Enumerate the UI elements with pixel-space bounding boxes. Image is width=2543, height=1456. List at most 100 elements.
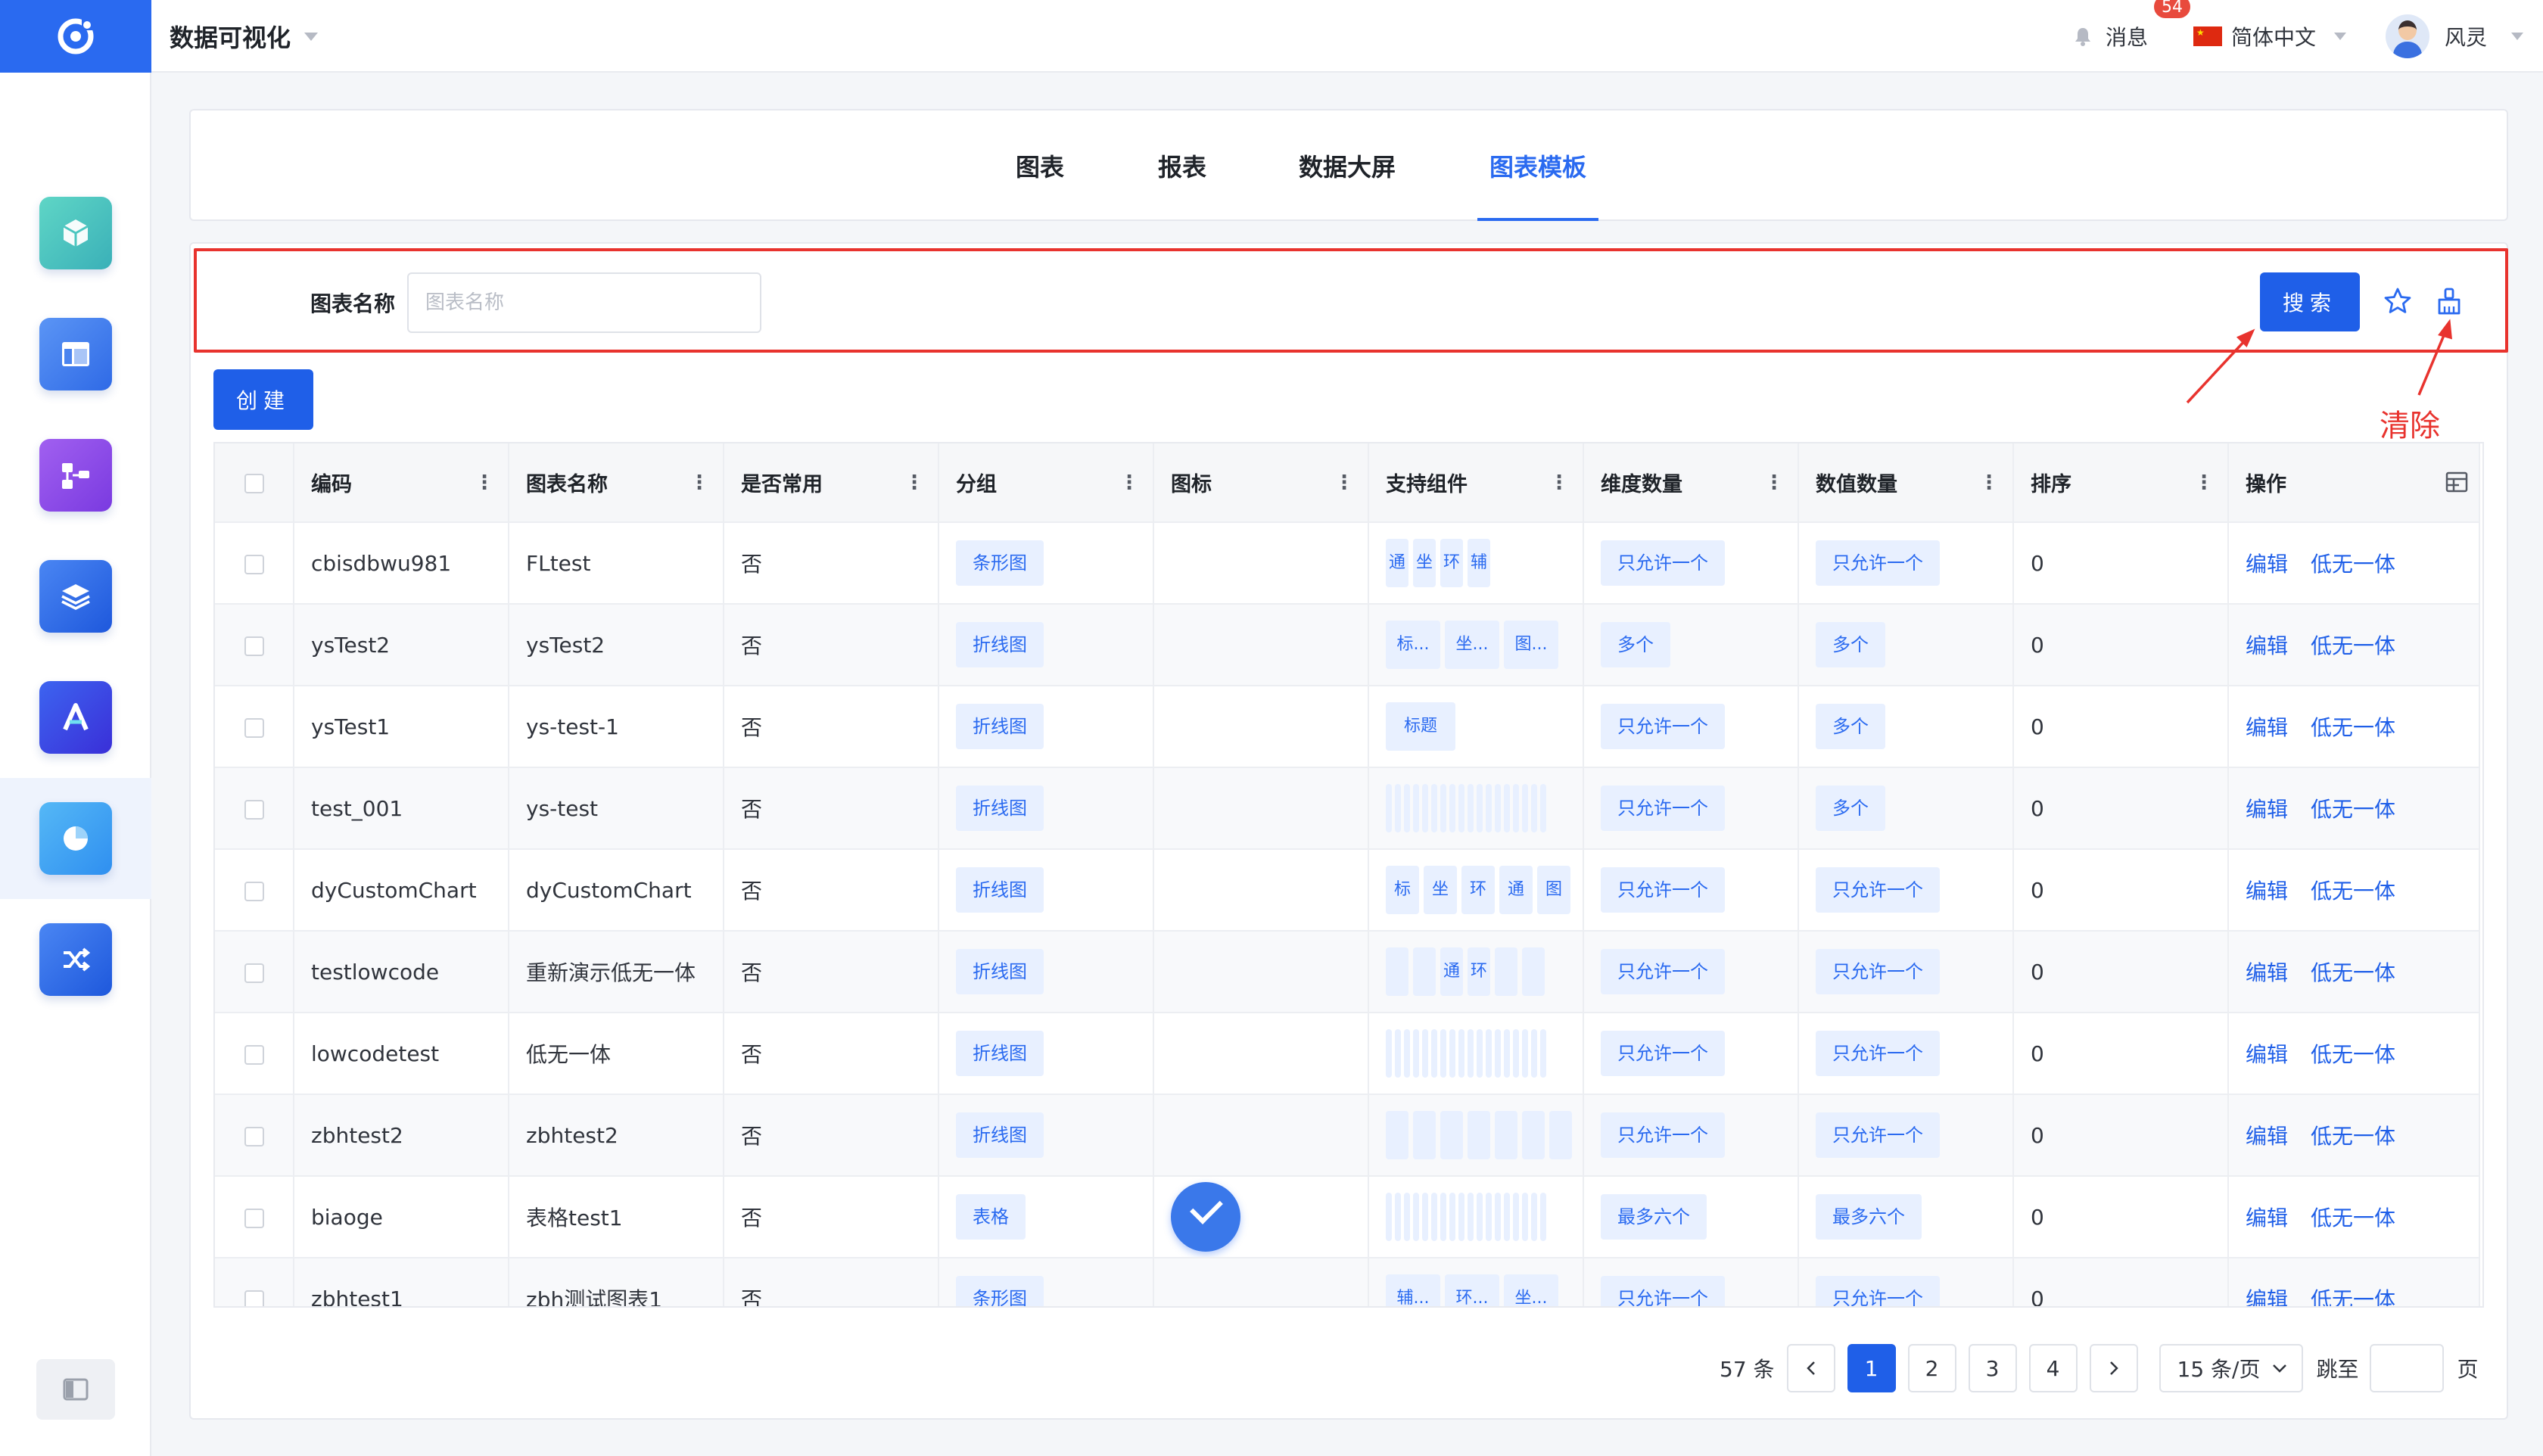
component-tag	[1386, 947, 1408, 996]
dimension-count-tag: 只允许一个	[1601, 1276, 1725, 1308]
column-header[interactable]: 是否常用⋮	[724, 443, 938, 522]
edit-link[interactable]: 编辑	[2246, 797, 2288, 822]
row-checkbox[interactable]	[244, 1045, 264, 1065]
row-checkbox[interactable]	[244, 963, 264, 983]
low-code-link[interactable]: 低无一体	[2311, 960, 2395, 985]
sidebar-item-4[interactable]	[0, 536, 151, 657]
column-header[interactable]: 排序⋮	[2013, 443, 2228, 522]
row-checkbox[interactable]	[244, 1209, 264, 1228]
edit-link[interactable]: 编辑	[2246, 960, 2288, 985]
column-menu-icon[interactable]: ⋮	[689, 471, 709, 494]
favorite-button[interactable]	[2381, 285, 2414, 318]
column-header[interactable]: 分组⋮	[938, 443, 1153, 522]
column-menu-icon[interactable]: ⋮	[1764, 471, 1784, 494]
table-row[interactable]: zbhtest2zbhtest2否折线图只允许一个只允许一个0编辑低无一体	[215, 1094, 2479, 1176]
flow-icon	[39, 439, 112, 512]
column-header[interactable]: 图表名称⋮	[509, 443, 724, 522]
edit-link[interactable]: 编辑	[2246, 633, 2288, 658]
table-row[interactable]: cbisdbwu981FLtest否条形图通坐环辅只允许一个只允许一个0编辑低无…	[215, 522, 2479, 604]
sidebar-item-5[interactable]	[0, 657, 151, 778]
tab-chart-templates[interactable]: 图表模板	[1477, 110, 1598, 221]
table-row[interactable]: zbhtest1zbh测试图表1否条形图辅...环...坐...只允许一个只允许…	[215, 1258, 2479, 1308]
chart-name-search-input[interactable]	[407, 272, 761, 333]
low-code-link[interactable]: 低无一体	[2311, 552, 2395, 577]
page-2-button[interactable]: 2	[1908, 1344, 1956, 1392]
low-code-link[interactable]: 低无一体	[2311, 1206, 2395, 1230]
row-checkbox[interactable]	[244, 718, 264, 738]
tab-data-screens[interactable]: 数据大屏	[1299, 110, 1396, 221]
row-checkbox[interactable]	[244, 636, 264, 656]
edit-link[interactable]: 编辑	[2246, 1287, 2288, 1308]
table-row[interactable]: ysTest2ysTest2否折线图标...坐...图...多个多个0编辑低无一…	[215, 604, 2479, 686]
low-code-link[interactable]: 低无一体	[2311, 797, 2395, 822]
column-menu-icon[interactable]: ⋮	[1979, 471, 1999, 494]
page-3-button[interactable]: 3	[1969, 1344, 2017, 1392]
table-row[interactable]: dyCustomChartdyCustomChart否折线图标坐环通图只允许一个…	[215, 849, 2479, 931]
column-menu-icon[interactable]: ⋮	[1334, 471, 1354, 494]
clear-button[interactable]	[2433, 285, 2466, 318]
create-button[interactable]: 创建	[213, 369, 313, 430]
table-row[interactable]: testlowcode重新演示低无一体否折线图通环只允许一个只允许一个0编辑低无…	[215, 931, 2479, 1013]
language-selector[interactable]: 简体中文	[2193, 21, 2346, 51]
column-header[interactable]: 维度数量⋮	[1583, 443, 1798, 522]
user-menu[interactable]: 风灵	[2386, 14, 2523, 58]
page-size-select[interactable]: 15 条/页	[2159, 1344, 2303, 1392]
table-row[interactable]: biaoge表格test1否表格最多六个最多六个0编辑低无一体	[215, 1176, 2479, 1258]
low-code-link[interactable]: 低无一体	[2311, 633, 2395, 658]
column-header[interactable]: 编码⋮	[294, 443, 509, 522]
select-all-checkbox[interactable]	[244, 474, 264, 493]
sidebar-collapse-button[interactable]	[36, 1359, 115, 1420]
edit-link[interactable]: 编辑	[2246, 1042, 2288, 1067]
row-checkbox[interactable]	[244, 1127, 264, 1146]
sidebar-item-6[interactable]	[0, 778, 151, 899]
low-code-link[interactable]: 低无一体	[2311, 1287, 2395, 1308]
low-code-link[interactable]: 低无一体	[2311, 715, 2395, 740]
sidebar-item-1[interactable]	[0, 173, 151, 294]
low-code-link[interactable]: 低无一体	[2311, 1124, 2395, 1149]
app-title-dropdown[interactable]: 数据可视化	[170, 0, 318, 73]
low-code-link[interactable]: 低无一体	[2311, 879, 2395, 904]
column-header[interactable]: 图标⋮	[1153, 443, 1368, 522]
edit-link[interactable]: 编辑	[2246, 715, 2288, 740]
sidebar-item-7[interactable]	[0, 899, 151, 1020]
group-tag: 表格	[956, 1194, 1026, 1240]
next-page-button[interactable]	[2090, 1344, 2138, 1392]
page-4-button[interactable]: 4	[2029, 1344, 2078, 1392]
page-1-button[interactable]: 1	[1847, 1344, 1896, 1392]
component-tag	[1513, 1193, 1519, 1241]
edit-link[interactable]: 编辑	[2246, 552, 2288, 577]
search-button[interactable]: 搜索	[2260, 272, 2360, 331]
prev-page-button[interactable]	[1787, 1344, 1835, 1392]
table-row[interactable]: ysTest1ys-test-1否折线图标题只允许一个多个0编辑低无一体	[215, 686, 2479, 767]
app-title: 数据可视化	[170, 19, 291, 54]
component-tag	[1404, 1029, 1410, 1078]
column-menu-icon[interactable]: ⋮	[1119, 471, 1139, 494]
app-logo[interactable]	[0, 0, 151, 73]
column-menu-icon[interactable]: ⋮	[2194, 471, 2214, 494]
sidebar-item-3[interactable]	[0, 415, 151, 536]
row-checkbox[interactable]	[244, 800, 264, 820]
row-checkbox[interactable]	[244, 1290, 264, 1308]
component-tag	[1449, 1193, 1455, 1241]
sidebar-item-2[interactable]	[0, 294, 151, 415]
edit-link[interactable]: 编辑	[2246, 879, 2288, 904]
edit-link[interactable]: 编辑	[2246, 1124, 2288, 1149]
column-menu-icon[interactable]: ⋮	[904, 471, 924, 494]
row-checkbox[interactable]	[244, 882, 264, 901]
messages-button[interactable]: 消息 54	[2072, 21, 2148, 51]
tab-charts[interactable]: 图表	[1016, 110, 1064, 221]
component-tag	[1540, 784, 1546, 832]
jump-page-input[interactable]	[2370, 1344, 2444, 1392]
row-checkbox[interactable]	[244, 555, 264, 574]
column-menu-icon[interactable]: ⋮	[475, 471, 494, 494]
column-header[interactable]: 数值数量⋮	[1798, 443, 2013, 522]
tab-reports[interactable]: 报表	[1158, 110, 1206, 221]
low-code-link[interactable]: 低无一体	[2311, 1042, 2395, 1067]
component-tag	[1513, 1029, 1519, 1078]
edit-link[interactable]: 编辑	[2246, 1206, 2288, 1230]
table-row[interactable]: test_001ys-test否折线图只允许一个多个0编辑低无一体	[215, 767, 2479, 849]
column-menu-icon[interactable]: ⋮	[1549, 471, 1569, 494]
table-row[interactable]: lowcodetest低无一体否折线图只允许一个只允许一个0编辑低无一体	[215, 1013, 2479, 1094]
column-header[interactable]: 支持组件⋮	[1368, 443, 1583, 522]
column-settings-icon[interactable]	[2445, 471, 2468, 499]
